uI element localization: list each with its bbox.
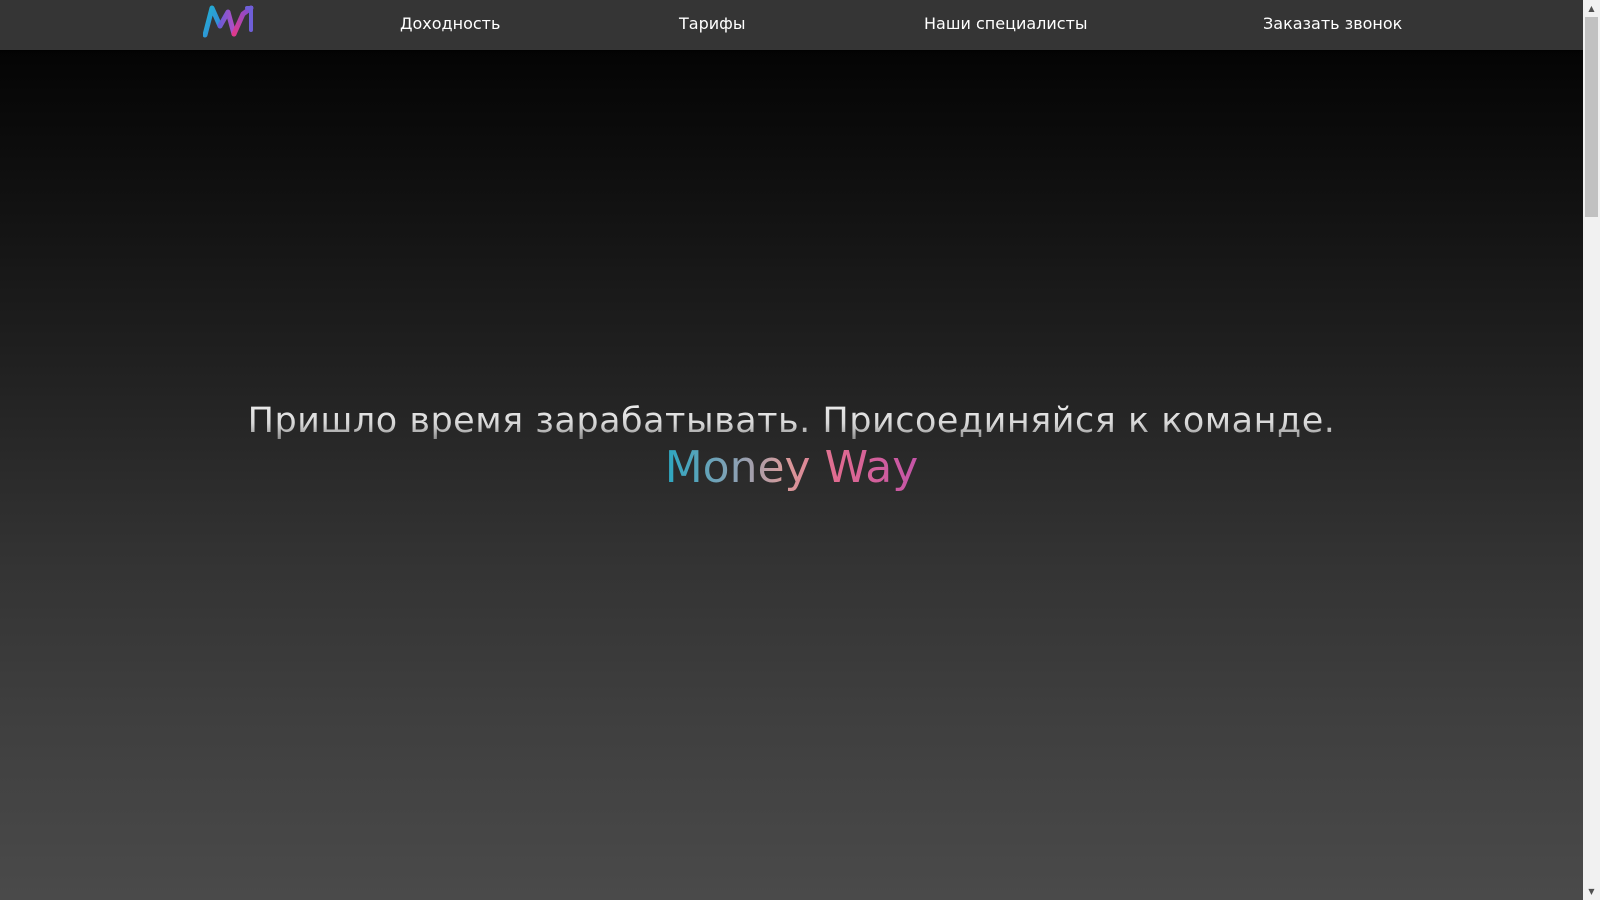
vertical-scrollbar[interactable]: ▲ ▼ <box>1583 0 1600 900</box>
scroll-up-arrow-icon[interactable]: ▲ <box>1583 0 1600 17</box>
scroll-down-arrow-icon[interactable]: ▼ <box>1583 883 1600 900</box>
nav-link-tariffs[interactable]: Тарифы <box>679 14 745 34</box>
nav-link-profitability[interactable]: Доходность <box>400 14 500 34</box>
hero-brand-name: Money Way <box>664 442 919 493</box>
nav-link-order-call[interactable]: Заказать звонок <box>1263 14 1402 34</box>
hero-section: Пришло время зарабатывать. Присоединяйся… <box>0 398 1583 492</box>
nav-link-specialists[interactable]: Наши специалисты <box>924 14 1088 34</box>
hero-headline: Пришло время зарабатывать. Присоединяйся… <box>0 398 1583 444</box>
page-viewport: Доходность Тарифы Наши специалисты Заказ… <box>0 0 1583 900</box>
logo-icon[interactable] <box>202 4 255 38</box>
top-navbar: Доходность Тарифы Наши специалисты Заказ… <box>0 0 1583 50</box>
scrollbar-thumb[interactable] <box>1585 17 1598 217</box>
